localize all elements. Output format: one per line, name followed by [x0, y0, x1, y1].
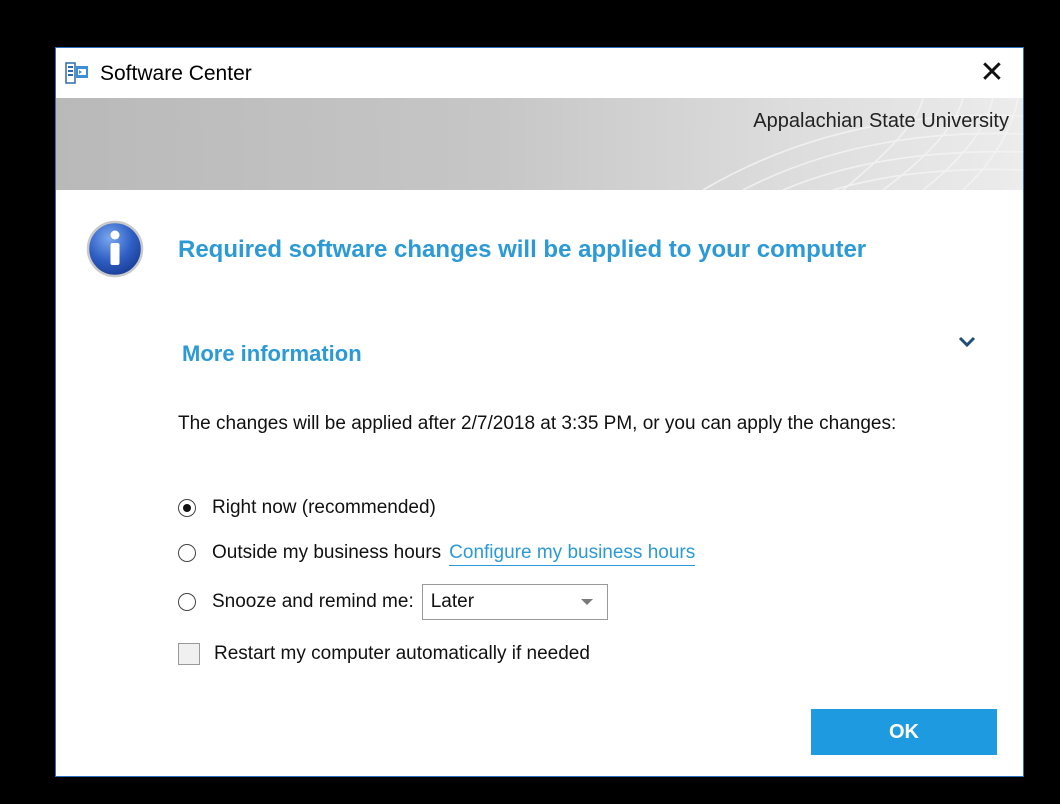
software-center-app-icon: [65, 62, 88, 84]
chevron-down-icon[interactable]: [954, 332, 980, 352]
option-business-hours[interactable]: Outside my business hours Configure my b…: [178, 536, 696, 570]
title-bar: Software Center ✕: [56, 48, 1023, 98]
right-now-radio[interactable]: [178, 499, 196, 517]
software-center-dialog: Software Center ✕ Appalachian State Univ…: [55, 47, 1024, 777]
header-banner: Appalachian State University: [56, 98, 1023, 190]
more-information-toggle[interactable]: More information: [182, 341, 362, 367]
window-title: Software Center: [100, 62, 252, 85]
snooze-radio[interactable]: [178, 593, 196, 611]
dropdown-arrow-icon: [580, 599, 593, 605]
organization-name: Appalachian State University: [753, 110, 1009, 132]
ok-button[interactable]: OK: [811, 709, 997, 755]
configure-business-hours-link[interactable]: Configure my business hours: [449, 541, 696, 566]
option-restart[interactable]: Restart my computer automatically if nee…: [178, 637, 590, 671]
close-icon: ✕: [979, 56, 1005, 89]
schedule-description: The changes will be applied after 2/7/20…: [178, 413, 897, 434]
snooze-dropdown[interactable]: Later: [421, 584, 608, 620]
business-hours-label: Outside my business hours: [212, 542, 442, 563]
snooze-label: Snooze and remind me:: [212, 591, 414, 612]
close-button[interactable]: ✕: [975, 56, 1009, 90]
restart-checkbox[interactable]: [178, 643, 200, 665]
right-now-label: Right now (recommended): [212, 497, 436, 518]
snooze-selected-value: Later: [430, 591, 475, 612]
option-right-now[interactable]: Right now (recommended): [178, 491, 436, 525]
notification-heading: Required software changes will be applie…: [178, 236, 867, 263]
option-snooze[interactable]: Snooze and remind me: Later: [178, 584, 608, 620]
business-hours-radio[interactable]: [178, 544, 196, 562]
restart-label: Restart my computer automatically if nee…: [214, 643, 590, 664]
info-icon: [86, 220, 144, 278]
